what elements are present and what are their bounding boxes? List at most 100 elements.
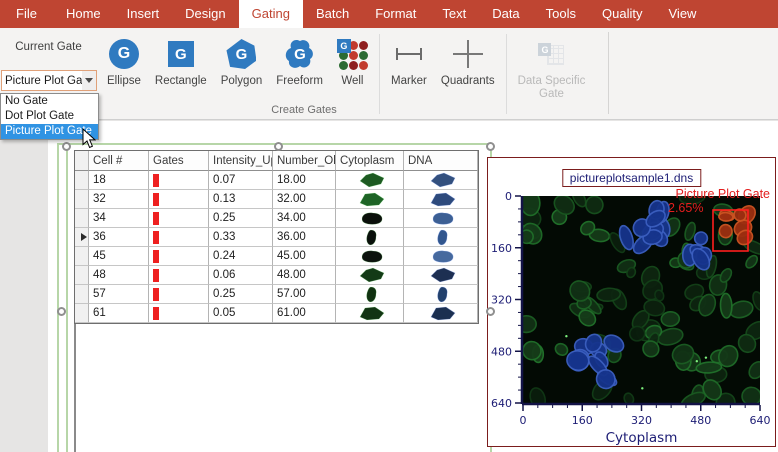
ribbon-tab-data[interactable]: Data	[479, 0, 532, 28]
cell-data-table[interactable]: Cell #GatesIntensity_UpNumber_ObjCytopla…	[74, 150, 479, 324]
cell-number[interactable]: 45	[89, 247, 149, 266]
cell-cytoplasm-thumbnail[interactable]	[336, 171, 404, 190]
cell-dna-thumbnail[interactable]	[404, 209, 478, 228]
button-label: Data SpecificGate	[518, 75, 586, 101]
cell-number-objects[interactable]: 45.00	[273, 247, 336, 266]
row-selector[interactable]	[75, 285, 89, 304]
cell-gates[interactable]	[149, 228, 209, 247]
cell-intensity[interactable]: 0.24	[209, 247, 273, 266]
picture-plot-panel[interactable]: pictureplotsample1.dns Picture Plot Gate…	[487, 157, 776, 447]
combobox-dropdown-arrow-icon[interactable]	[82, 71, 96, 90]
picture-plot-gate-percent: 2.65%	[668, 201, 703, 215]
row-selector[interactable]	[75, 228, 89, 247]
cell-number-objects[interactable]: 61.00	[273, 304, 336, 323]
button-label: Well	[341, 75, 363, 88]
row-selector[interactable]	[75, 266, 89, 285]
cell-number-objects[interactable]: 36.00	[273, 228, 336, 247]
cell-gates[interactable]	[149, 266, 209, 285]
column-header-cell-[interactable]: Cell #	[89, 151, 149, 171]
cell-intensity[interactable]: 0.25	[209, 209, 273, 228]
selection-handle[interactable]	[274, 142, 283, 151]
ribbon-tab-view[interactable]: View	[656, 0, 710, 28]
cell-intensity[interactable]: 0.07	[209, 171, 273, 190]
dropdown-item-dot-plot-gate[interactable]: Dot Plot Gate	[1, 109, 98, 124]
row-selector[interactable]	[75, 247, 89, 266]
column-header-number-obj[interactable]: Number_Obj	[273, 151, 336, 171]
cell-number[interactable]: 57	[89, 285, 149, 304]
cell-number-objects[interactable]: 57.00	[273, 285, 336, 304]
cell-number[interactable]: 34	[89, 209, 149, 228]
cell-number-objects[interactable]: 18.00	[273, 171, 336, 190]
cell-dna-thumbnail[interactable]	[404, 266, 478, 285]
cell-intensity[interactable]: 0.13	[209, 190, 273, 209]
cell-gates[interactable]	[149, 171, 209, 190]
cell-cytoplasm-thumbnail[interactable]	[336, 190, 404, 209]
row-selector[interactable]	[75, 304, 89, 323]
cell-cytoplasm-thumbnail[interactable]	[336, 304, 404, 323]
row-selector-header[interactable]	[75, 151, 89, 171]
cell-number[interactable]: 48	[89, 266, 149, 285]
cell-cytoplasm-thumbnail[interactable]	[336, 209, 404, 228]
ribbon-tab-quality[interactable]: Quality	[589, 0, 655, 28]
gate-color-swatch	[153, 269, 159, 282]
cell-intensity[interactable]: 0.33	[209, 228, 273, 247]
dna-cell-image	[429, 248, 457, 265]
cell-dna-thumbnail[interactable]	[404, 304, 478, 323]
cell-cytoplasm-thumbnail[interactable]	[336, 285, 404, 304]
ribbon-tab-file[interactable]: File	[0, 0, 53, 28]
cell-gates[interactable]	[149, 209, 209, 228]
cell-number[interactable]: 32	[89, 190, 149, 209]
fluorescence-image[interactable]	[512, 187, 771, 416]
cell-number[interactable]: 61	[89, 304, 149, 323]
cell-gates[interactable]	[149, 304, 209, 323]
cell-gates[interactable]	[149, 190, 209, 209]
column-header-cytoplasm[interactable]: Cytoplasm	[336, 151, 404, 171]
cell-intensity[interactable]: 0.25	[209, 285, 273, 304]
cell-dna-thumbnail[interactable]	[404, 190, 478, 209]
data-specific-gate-icon: G	[538, 43, 564, 65]
column-header-gates[interactable]: Gates	[149, 151, 209, 171]
cell-cytoplasm-thumbnail[interactable]	[336, 266, 404, 285]
selection-handle[interactable]	[57, 307, 66, 316]
ribbon-tab-text[interactable]: Text	[429, 0, 479, 28]
selection-handle[interactable]	[486, 307, 495, 316]
cell-dna-thumbnail[interactable]	[404, 285, 478, 304]
cell-gates[interactable]	[149, 247, 209, 266]
cell-cytoplasm-thumbnail[interactable]	[336, 228, 404, 247]
row-selector[interactable]	[75, 190, 89, 209]
cell-gates[interactable]	[149, 285, 209, 304]
cell-number[interactable]: 36	[89, 228, 149, 247]
cell-dna-thumbnail[interactable]	[404, 171, 478, 190]
cell-number-objects[interactable]: 34.00	[273, 209, 336, 228]
ribbon-tab-format[interactable]: Format	[362, 0, 429, 28]
button-label: Quadrants	[441, 75, 495, 88]
ribbon: Current Gate Picture Plot Gat GEllipseGR…	[0, 28, 778, 120]
cell-number-objects[interactable]: 48.00	[273, 266, 336, 285]
ribbon-tab-tools[interactable]: Tools	[533, 0, 589, 28]
cell-number-objects[interactable]: 32.00	[273, 190, 336, 209]
current-row-arrow-icon	[81, 233, 87, 241]
column-header-dna[interactable]: DNA	[404, 151, 478, 171]
ribbon-tab-design[interactable]: Design	[172, 0, 238, 28]
column-header-intensity-up[interactable]: Intensity_Up	[209, 151, 273, 171]
ribbon-tab-insert[interactable]: Insert	[114, 0, 173, 28]
cell-intensity[interactable]: 0.05	[209, 304, 273, 323]
ribbon-tab-batch[interactable]: Batch	[303, 0, 362, 28]
selection-handle[interactable]	[486, 142, 495, 151]
quadrants-gate-icon	[450, 39, 486, 69]
selection-handle[interactable]	[62, 142, 71, 151]
picture-plot-chart[interactable]: 01603204806400160320480640Cytoplasm	[488, 186, 776, 446]
ribbon-tab-gating[interactable]: Gating	[239, 0, 303, 28]
cell-dna-thumbnail[interactable]	[404, 247, 478, 266]
ribbon-tab-home[interactable]: Home	[53, 0, 114, 28]
button-label: Rectangle	[155, 75, 207, 88]
cell-cytoplasm-thumbnail[interactable]	[336, 247, 404, 266]
row-selector[interactable]	[75, 209, 89, 228]
current-gate-combobox[interactable]: Picture Plot Gat	[1, 70, 97, 91]
row-selector[interactable]	[75, 171, 89, 190]
cell-intensity[interactable]: 0.06	[209, 266, 273, 285]
dropdown-item-no-gate[interactable]: No Gate	[1, 94, 98, 109]
polygon-gate-icon: G	[226, 39, 256, 69]
cell-dna-thumbnail[interactable]	[404, 228, 478, 247]
cell-number[interactable]: 18	[89, 171, 149, 190]
